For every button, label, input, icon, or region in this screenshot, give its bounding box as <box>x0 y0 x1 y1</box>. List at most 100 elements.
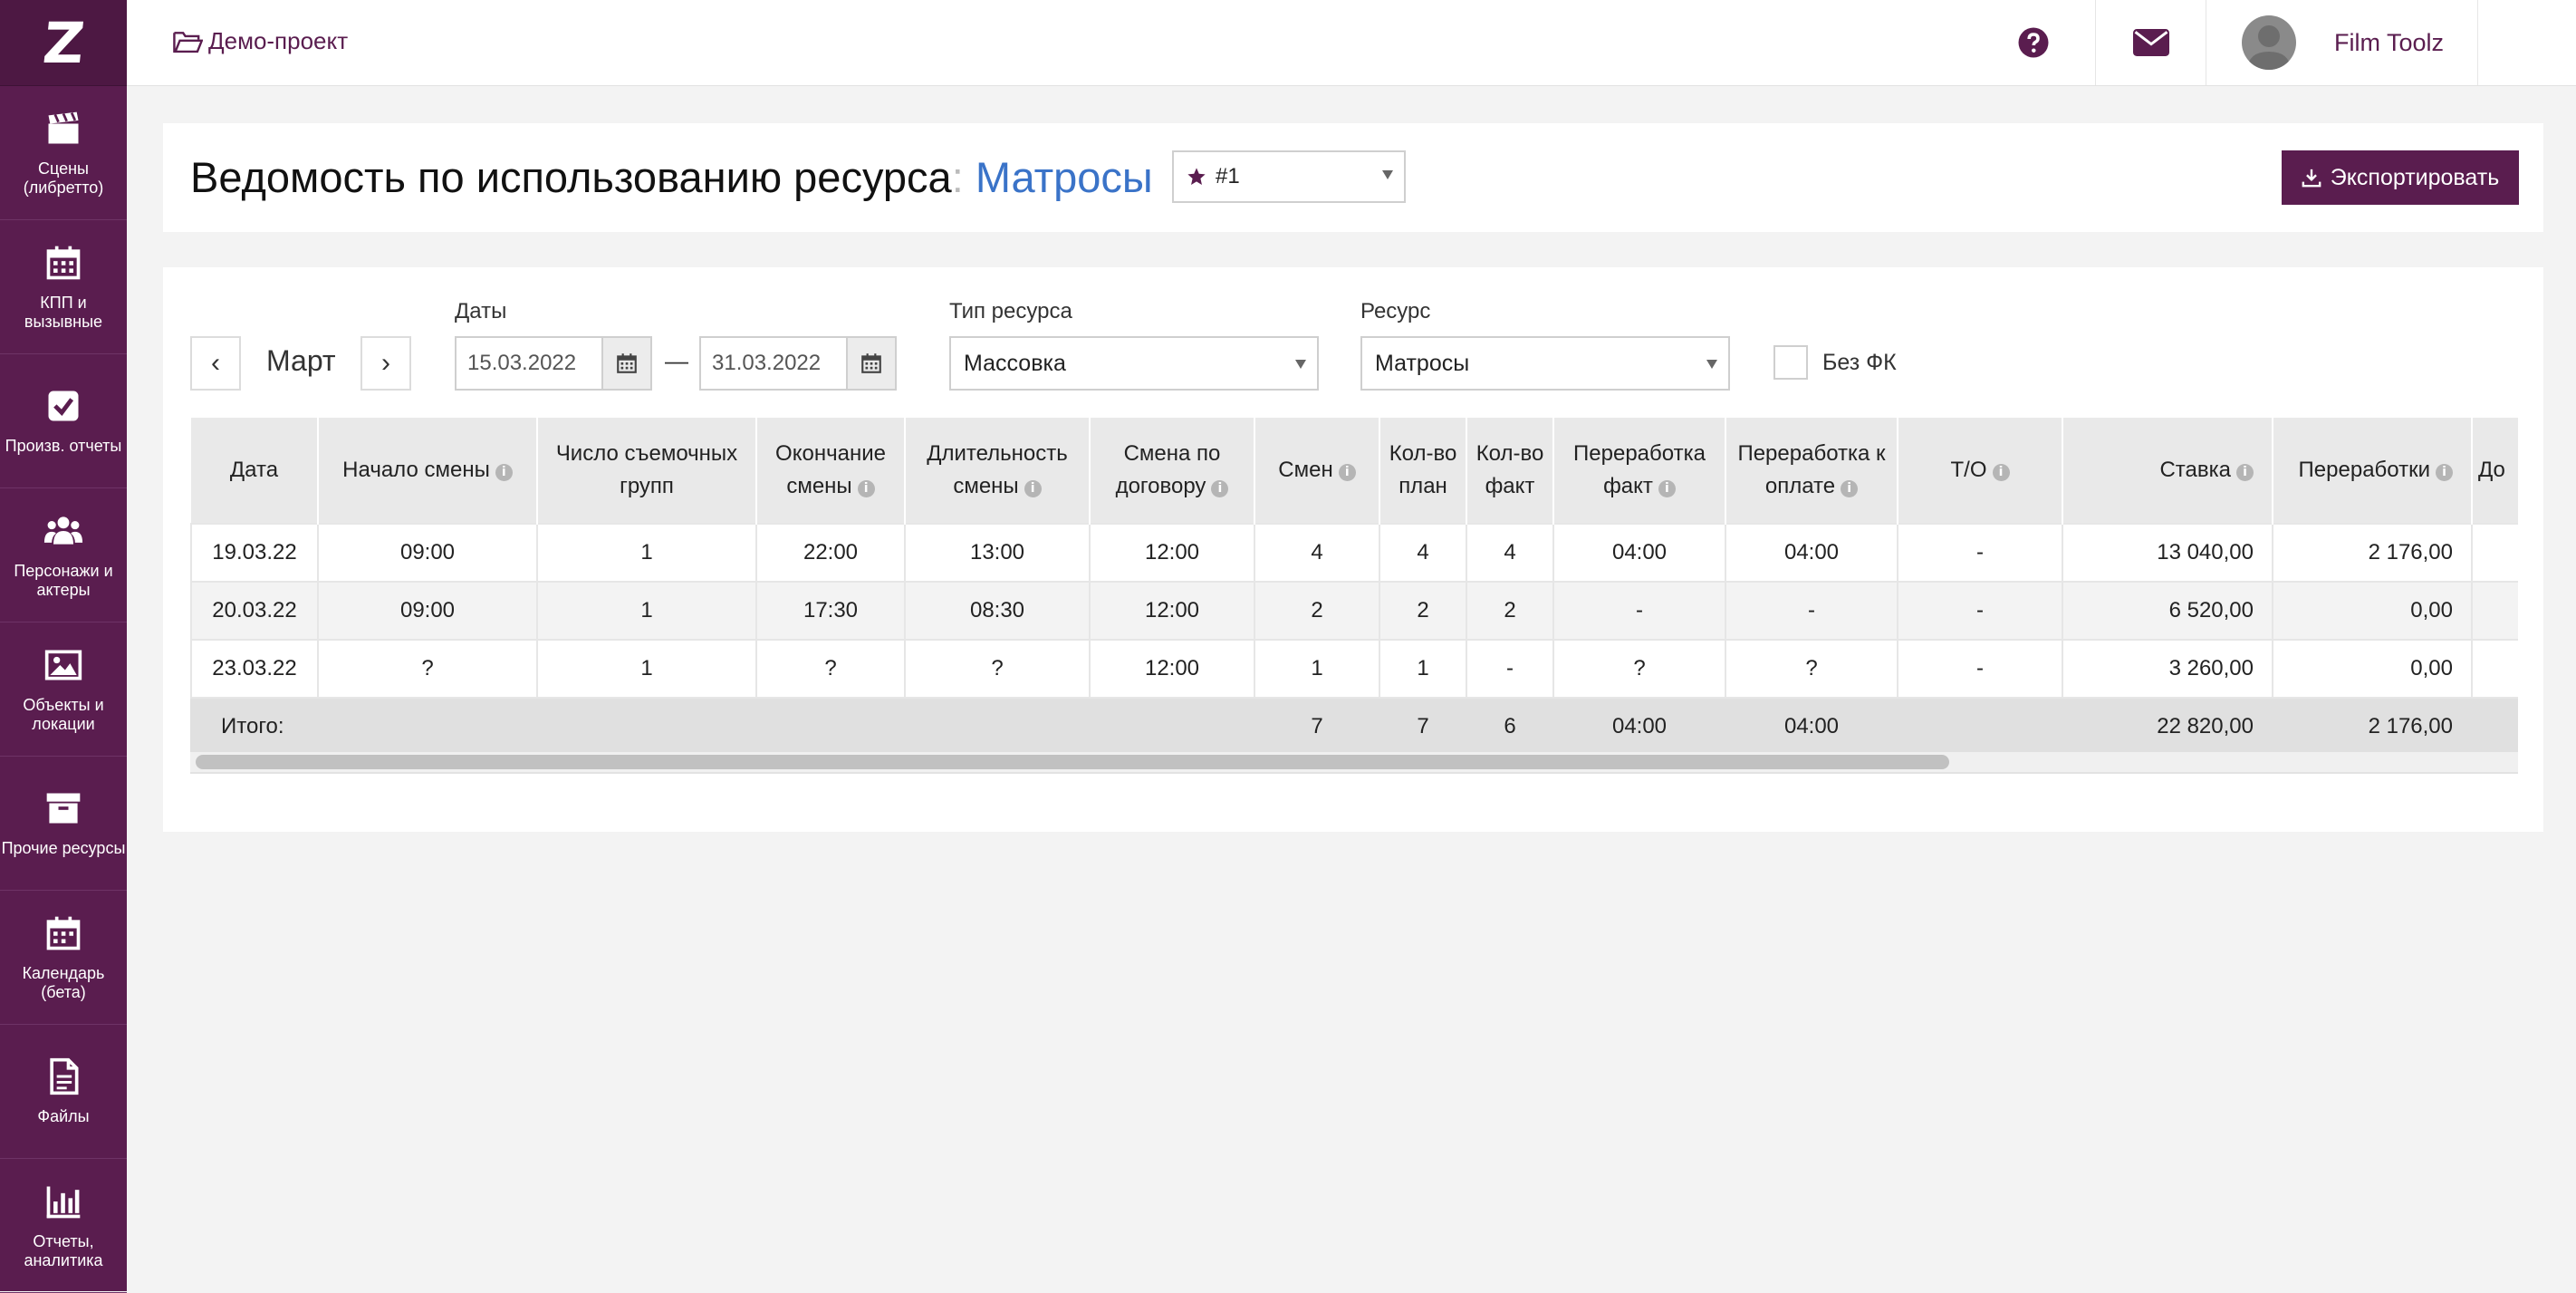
col-rate[interactable]: Ставка i <box>2062 418 2273 524</box>
chevron-right-icon: › <box>381 348 390 378</box>
info-icon[interactable]: i <box>857 480 875 497</box>
sidebar-item-kpp[interactable]: КПП и вызывные <box>0 220 127 354</box>
resource-label: Ресурс <box>1360 299 1431 323</box>
sidebar-item-label: КПП и вызывные <box>24 293 103 331</box>
col-overtime-fact[interactable]: Переработка факт i <box>1553 418 1726 524</box>
caret-down-icon <box>1295 360 1306 369</box>
calendar-icon[interactable] <box>846 338 895 389</box>
envelope-icon <box>2133 29 2169 56</box>
total-rate: 22 820,00 <box>2062 697 2273 757</box>
file-icon <box>50 1057 79 1095</box>
col-shift-start[interactable]: Начало смены i <box>318 418 538 524</box>
variant-select[interactable]: #1 <box>1172 150 1406 203</box>
no-fk-checkbox[interactable] <box>1773 345 1808 380</box>
sidebar-item-reports[interactable]: Произв. отчеты <box>0 354 127 488</box>
info-icon[interactable]: i <box>495 464 513 481</box>
next-month-button[interactable]: › <box>360 336 411 391</box>
avatar <box>2242 15 2296 70</box>
sidebar-item-label: Календарь (бета) <box>22 963 105 1001</box>
sidebar-item-characters[interactable]: Персонажи и актеры <box>0 488 127 622</box>
table-row[interactable]: 20.03.22 09:00 1 17:30 08:30 12:00 2 2 2- - -6 520… <box>190 581 2518 641</box>
resource-type-value: Массовка <box>964 350 1066 376</box>
date-to-input[interactable]: 31.03.2022 <box>699 336 897 391</box>
page-title: Ведомость по использованию ресурса: Матр… <box>190 153 1153 201</box>
total-shifts: 7 <box>1254 697 1380 757</box>
date-from-input[interactable]: 15.03.2022 <box>455 336 652 391</box>
col-overtime[interactable]: Переработки i <box>2273 418 2473 524</box>
sidebar-item-calendar[interactable]: Календарь (бета) <box>0 891 127 1025</box>
app-logo[interactable]: Z <box>0 0 127 86</box>
messages-button[interactable] <box>2129 0 2174 85</box>
image-icon <box>44 650 82 680</box>
question-circle-icon <box>2018 27 2049 58</box>
sidebar-item-label: Произв. отчеты <box>5 437 122 455</box>
caret-down-icon <box>1382 170 1393 179</box>
project-link[interactable]: Демо-проект <box>172 27 348 55</box>
caret-down-icon <box>1706 360 1717 369</box>
col-to[interactable]: Т/О i <box>1898 418 2063 524</box>
date-from-value: 15.03.2022 <box>467 351 577 375</box>
col-overtime-pay[interactable]: Переработка к оплате i <box>1725 418 1898 524</box>
resource-select[interactable]: Матросы <box>1360 336 1730 391</box>
col-shift-end[interactable]: Окончание смены i <box>756 418 906 524</box>
no-fk-label: Без ФК <box>1822 350 1897 375</box>
prev-month-button[interactable]: ‹ <box>190 336 241 391</box>
usage-table: Дата Начало смены i Число съемочных групп… <box>190 418 2518 757</box>
help-button[interactable] <box>2015 0 2052 85</box>
info-icon[interactable]: i <box>2236 464 2254 481</box>
total-overtime-pay: 04:00 <box>1725 697 1898 757</box>
bar-chart-icon <box>46 1186 81 1218</box>
users-icon <box>43 516 83 545</box>
sidebar-item-locations[interactable]: Объекты и локации <box>0 622 127 757</box>
export-button[interactable]: Экспортировать <box>2282 150 2519 205</box>
info-icon[interactable]: i <box>1211 480 1229 497</box>
info-icon[interactable]: i <box>1338 464 1356 481</box>
col-crews[interactable]: Число съемочных групп <box>537 418 757 524</box>
sidebar-item-scenes[interactable]: Сцены (либретто) <box>0 86 127 220</box>
col-duration[interactable]: Длительность смены i <box>905 418 1091 524</box>
total-fact: 6 <box>1466 697 1554 757</box>
sidebar-item-label: Прочие ресурсы <box>1 839 126 857</box>
report-card: ‹ Март › Даты 15.03.2022 — 31.03.2022 Ти… <box>163 267 2543 832</box>
info-icon[interactable]: i <box>1992 464 2010 481</box>
scrollbar-thumb[interactable] <box>196 755 1949 769</box>
resource-type-label: Тип ресурса <box>949 299 1072 323</box>
user-silhouette-icon <box>2247 25 2291 70</box>
resource-link[interactable]: Матросы <box>976 153 1153 201</box>
info-icon[interactable]: i <box>1658 480 1676 497</box>
table-header-row: Дата Начало смены i Число съемочных групп… <box>191 418 2518 524</box>
resource-value: Матросы <box>1375 350 1470 376</box>
horizontal-scrollbar[interactable] <box>190 752 2518 774</box>
sidebar-item-label: Сцены (либретто) <box>23 159 104 197</box>
sidebar-item-label: Отчеты, аналитика <box>24 1231 103 1269</box>
table-row[interactable]: 19.03.22 09:00 1 22:00 13:00 12:00 4 4 4 04:00 04:… <box>190 523 2518 583</box>
table-row[interactable]: 23.03.22? 1?? 12:00 1 1-?? -3 260,00 0,00 <box>190 639 2518 699</box>
sidebar-item-files[interactable]: Файлы <box>0 1025 127 1159</box>
info-icon[interactable]: i <box>1841 480 1859 497</box>
calendar-icon[interactable] <box>601 338 650 389</box>
resource-type-select[interactable]: Массовка <box>949 336 1319 391</box>
calendar-icon <box>46 246 81 279</box>
col-extra[interactable]: До <box>2472 418 2518 524</box>
col-qty-plan[interactable]: Кол-во план <box>1379 418 1467 524</box>
clapperboard-icon <box>48 111 79 143</box>
date-range-dash: — <box>665 347 688 374</box>
user-menu[interactable]: Film Toolz <box>2242 0 2444 85</box>
table-total-row: Итого: 7 7 6 04:00 04:00 22 820,00 2 176… <box>190 697 2518 757</box>
export-label: Экспортировать <box>2330 164 2500 190</box>
total-overtime: 2 176,00 <box>2272 697 2473 757</box>
info-icon[interactable]: i <box>2436 464 2453 481</box>
col-qty-fact[interactable]: Кол-во факт <box>1466 418 1554 524</box>
download-icon <box>2302 169 2321 188</box>
total-overtime-fact: 04:00 <box>1552 697 1726 757</box>
col-shifts[interactable]: Смен i <box>1254 418 1380 524</box>
sidebar-item-other-resources[interactable]: Прочие ресурсы <box>0 757 127 891</box>
table-scroll-area[interactable]: Дата Начало смены i Число съемочных групп… <box>190 418 2518 786</box>
total-label: Итого: <box>190 697 1255 757</box>
info-icon[interactable]: i <box>1024 480 1042 497</box>
calendar-grid-icon <box>46 916 81 950</box>
col-date[interactable]: Дата <box>191 418 319 524</box>
sidebar-item-analytics[interactable]: Отчеты, аналитика <box>0 1159 127 1293</box>
user-name: Film Toolz <box>2334 28 2445 56</box>
col-contract-shift[interactable]: Смена по договору i <box>1090 418 1255 524</box>
